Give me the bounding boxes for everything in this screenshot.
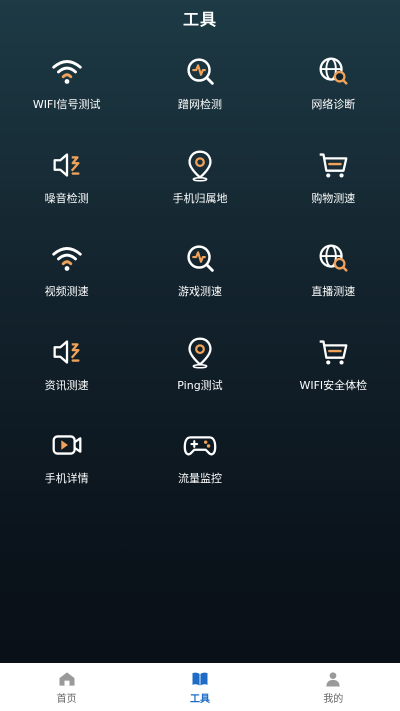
book-icon	[192, 672, 208, 686]
tool-label: 蹭网检测	[177, 98, 222, 111]
tab-tools[interactable]: 工具	[133, 663, 266, 711]
globe-search-icon	[319, 244, 348, 272]
tool-phone-details[interactable]: 手机详情	[0, 426, 133, 520]
person-icon	[326, 672, 340, 687]
tool-label: 直播测速	[311, 285, 356, 298]
tool-label: Ping测试	[177, 378, 223, 392]
tool-shopping-speed[interactable]: 购物测速	[267, 146, 400, 240]
tool-wifi-signal-test[interactable]: WIFI信号测试	[0, 52, 133, 146]
tab-label: 首页	[56, 694, 77, 705]
chat-pulse-icon	[187, 245, 214, 272]
tool-news-speed[interactable]: 资讯测速	[0, 333, 133, 427]
tool-label: 视频测速	[44, 285, 89, 298]
tool-ping-test[interactable]: Ping测试	[133, 333, 266, 427]
chat-pulse-icon	[187, 58, 214, 85]
video-camera-icon	[52, 435, 82, 455]
tool-label: 游戏测速	[177, 285, 222, 298]
tools-grid: WIFI信号测试 蹭网检测 网络诊断 噪音检测 手机归属地 购物测速 视频测速 …	[0, 52, 400, 520]
speaker-icon	[53, 339, 80, 364]
tool-noise-detection[interactable]: 噪音检测	[0, 146, 133, 240]
gamepad-icon	[183, 436, 217, 456]
location-pin-icon	[188, 337, 212, 369]
speaker-icon	[53, 152, 80, 177]
page-title: 工具	[182, 10, 217, 29]
home-icon	[59, 672, 75, 686]
tool-label: 网络诊断	[311, 98, 356, 111]
tool-traffic-monitor[interactable]: 流量监控	[133, 426, 266, 520]
tool-label: WIFI安全体检	[299, 378, 368, 392]
wifi-icon	[51, 60, 82, 84]
bottom-tab-bar: 首页 工具 我的	[0, 663, 400, 711]
tool-game-speed[interactable]: 游戏测速	[133, 239, 266, 333]
tool-label: 手机归属地	[172, 191, 228, 205]
tab-label: 工具	[189, 694, 210, 705]
tab-home[interactable]: 首页	[0, 663, 133, 711]
tool-live-speed[interactable]: 直播测速	[267, 239, 400, 333]
shopping-cart-icon	[320, 339, 348, 365]
tab-mine[interactable]: 我的	[267, 663, 400, 711]
tool-video-speed[interactable]: 视频测速	[0, 239, 133, 333]
tool-label: 手机详情	[44, 472, 89, 485]
tool-phone-location[interactable]: 手机归属地	[133, 146, 266, 240]
tool-wifi-security-check[interactable]: WIFI安全体检	[267, 333, 400, 427]
shopping-cart-icon	[320, 152, 348, 178]
location-pin-icon	[188, 150, 212, 182]
tool-label: 资讯测速	[44, 378, 89, 392]
tool-label: 噪音检测	[44, 191, 89, 205]
tool-label: WIFI信号测试	[32, 98, 101, 111]
tool-label: 流量监控	[177, 472, 222, 485]
wifi-icon	[51, 247, 82, 271]
globe-search-icon	[319, 57, 348, 85]
tool-label: 购物测速	[311, 191, 356, 205]
tool-network-diagnosis[interactable]: 网络诊断	[267, 52, 400, 146]
tab-label: 我的	[323, 694, 344, 705]
tool-wifi-freeloader-check[interactable]: 蹭网检测	[133, 52, 266, 146]
